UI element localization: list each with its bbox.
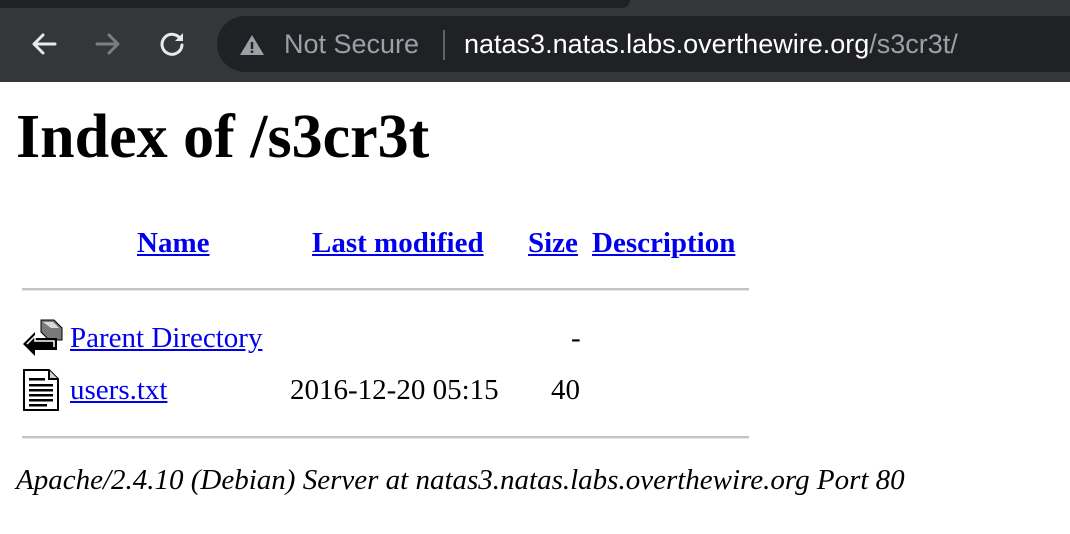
url-text[interactable]: natas3.natas.labs.overthewire.org/s3cr3t… xyxy=(464,28,958,60)
parent-directory-size: - xyxy=(571,322,581,354)
warning-triangle-icon xyxy=(240,35,264,55)
users-txt-modified: 2016-12-20 05:15 xyxy=(290,374,499,406)
browser-toolbar: Not Secure natas3.natas.labs.overthewire… xyxy=(0,0,1070,82)
address-bar[interactable]: Not Secure natas3.natas.labs.overthewire… xyxy=(217,16,1070,72)
column-header-name[interactable]: Name xyxy=(137,225,209,261)
reload-button[interactable] xyxy=(152,24,192,64)
footer-divider xyxy=(22,436,749,439)
server-signature: Apache/2.4.10 (Debian) Server at natas3.… xyxy=(16,464,905,496)
sort-by-description-link[interactable]: Description xyxy=(592,227,735,259)
tab-strip xyxy=(0,0,630,8)
arrow-right-icon xyxy=(95,33,120,55)
url-host: natas3.natas.labs.overthewire.org xyxy=(464,29,870,59)
column-header-description[interactable]: Description xyxy=(592,225,735,261)
sort-by-size-link[interactable]: Size xyxy=(528,227,578,259)
text-file-icon xyxy=(23,369,59,411)
back-arrow-icon xyxy=(23,319,63,356)
sort-by-name-link[interactable]: Name xyxy=(137,227,209,259)
forward-button[interactable] xyxy=(88,24,128,64)
arrow-left-icon xyxy=(32,33,57,55)
users-txt-size: 40 xyxy=(551,374,580,406)
security-status-label[interactable]: Not Secure xyxy=(284,28,419,60)
url-path: /s3cr3t/ xyxy=(869,29,958,59)
address-separator xyxy=(443,30,445,60)
sort-by-modified-link[interactable]: Last modified xyxy=(312,227,484,259)
parent-directory-link[interactable]: Parent Directory xyxy=(70,320,262,356)
reload-icon xyxy=(160,32,184,56)
column-header-size[interactable]: Size xyxy=(528,225,578,261)
page-title: Index of /s3cr3t xyxy=(16,103,430,171)
users-txt-link[interactable]: users.txt xyxy=(70,372,167,408)
back-button[interactable] xyxy=(24,24,64,64)
header-divider xyxy=(22,288,749,291)
column-header-last-modified[interactable]: Last modified xyxy=(312,225,484,261)
